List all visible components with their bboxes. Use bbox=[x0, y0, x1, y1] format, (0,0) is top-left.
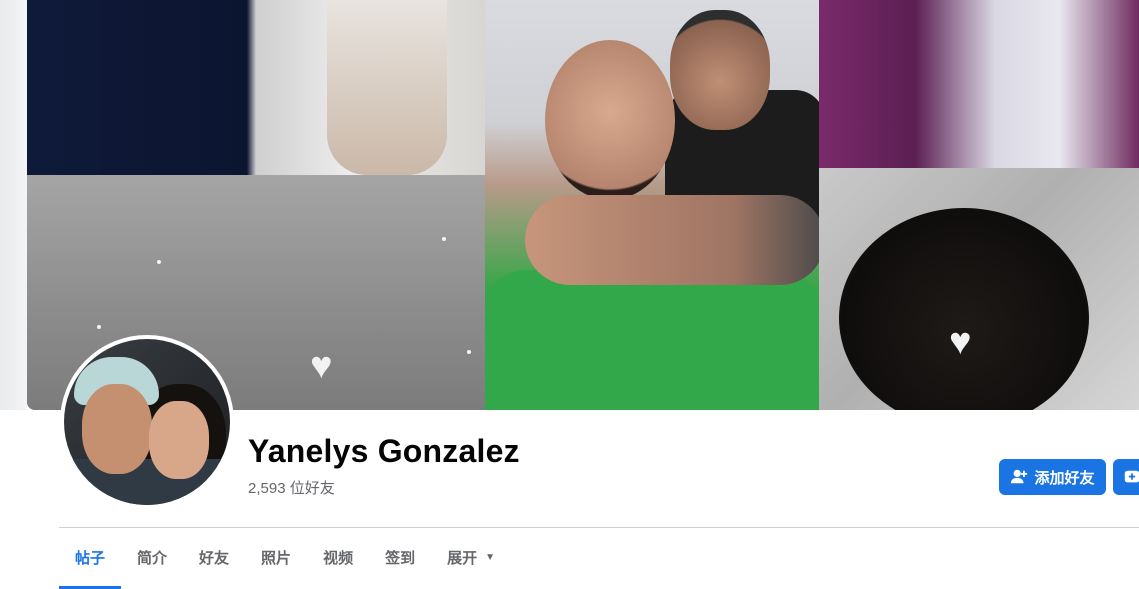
tab-checkins[interactable]: 签到 bbox=[369, 528, 431, 586]
tab-about[interactable]: 简介 bbox=[121, 528, 183, 586]
add-friend-button[interactable]: 添加好友 bbox=[999, 459, 1106, 495]
add-user-icon bbox=[1011, 469, 1028, 484]
message-button[interactable] bbox=[1113, 459, 1139, 495]
cover-collage-tile bbox=[485, 0, 819, 410]
profile-name: Yanelys Gonzalez bbox=[248, 433, 520, 469]
tab-more[interactable]: 展开 ▼ bbox=[431, 528, 511, 586]
friends-count[interactable]: 2,593 位好友 bbox=[248, 477, 335, 498]
message-icon bbox=[1124, 470, 1139, 483]
add-friend-label: 添加好友 bbox=[1034, 469, 1095, 487]
cover-collage-tile bbox=[27, 0, 485, 175]
page-side-shade bbox=[0, 0, 27, 410]
profile-tabs: 帖子 简介 好友 照片 视频 签到 展开 ▼ bbox=[59, 528, 511, 589]
cover-collage-tile: ♥ bbox=[819, 168, 1139, 410]
heart-icon: ♥ bbox=[949, 321, 972, 363]
profile-avatar[interactable] bbox=[60, 335, 234, 509]
tab-friends[interactable]: 好友 bbox=[183, 528, 245, 586]
tab-photos[interactable]: 照片 bbox=[245, 528, 307, 586]
caret-down-icon: ▼ bbox=[485, 551, 496, 563]
tab-videos[interactable]: 视频 bbox=[307, 528, 369, 586]
cover-collage-tile bbox=[819, 0, 1139, 168]
tab-posts[interactable]: 帖子 bbox=[59, 528, 122, 589]
heart-icon: ♥ bbox=[310, 345, 333, 387]
